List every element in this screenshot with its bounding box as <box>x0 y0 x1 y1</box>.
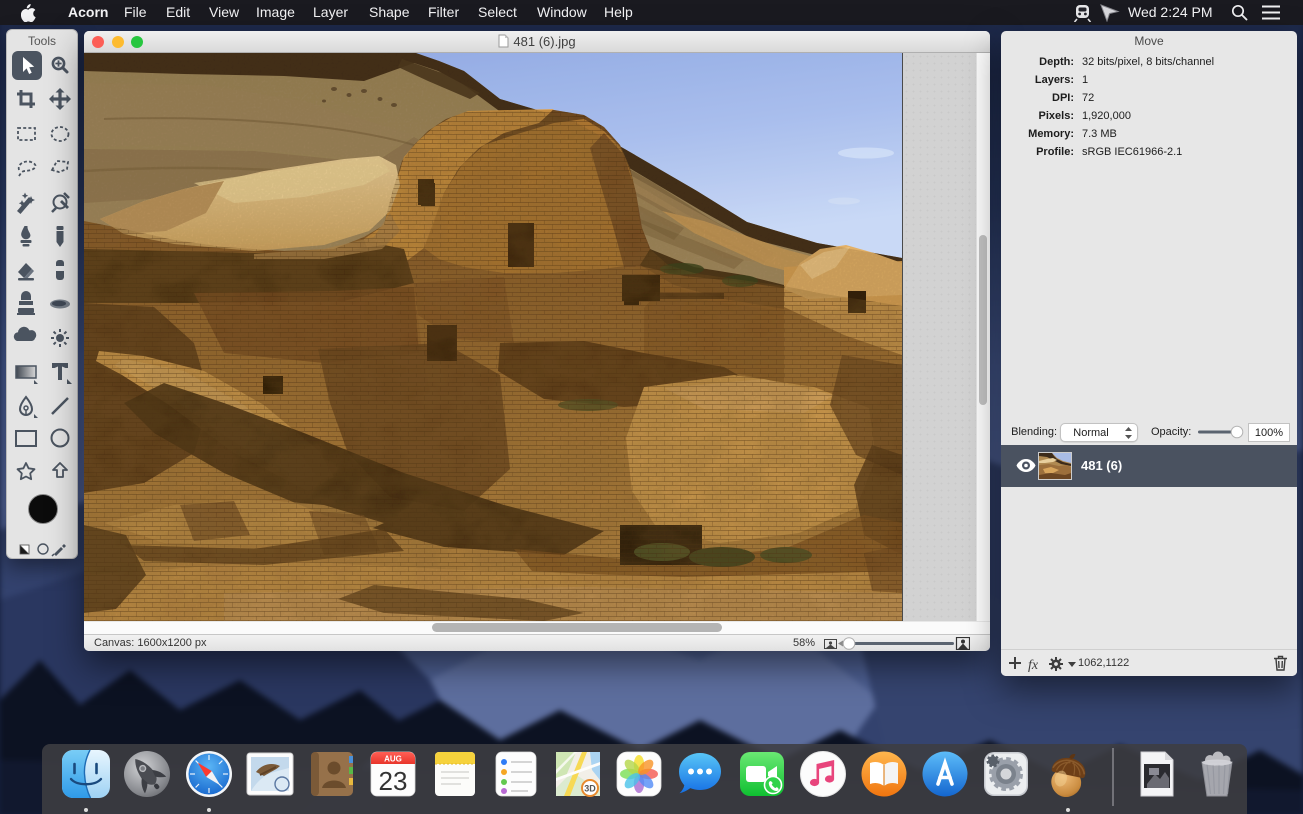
svg-text:AUG: AUG <box>384 755 402 764</box>
svg-text:23: 23 <box>379 766 408 796</box>
svg-text:fx: fx <box>1028 658 1039 672</box>
svg-text:3D: 3D <box>584 784 596 794</box>
